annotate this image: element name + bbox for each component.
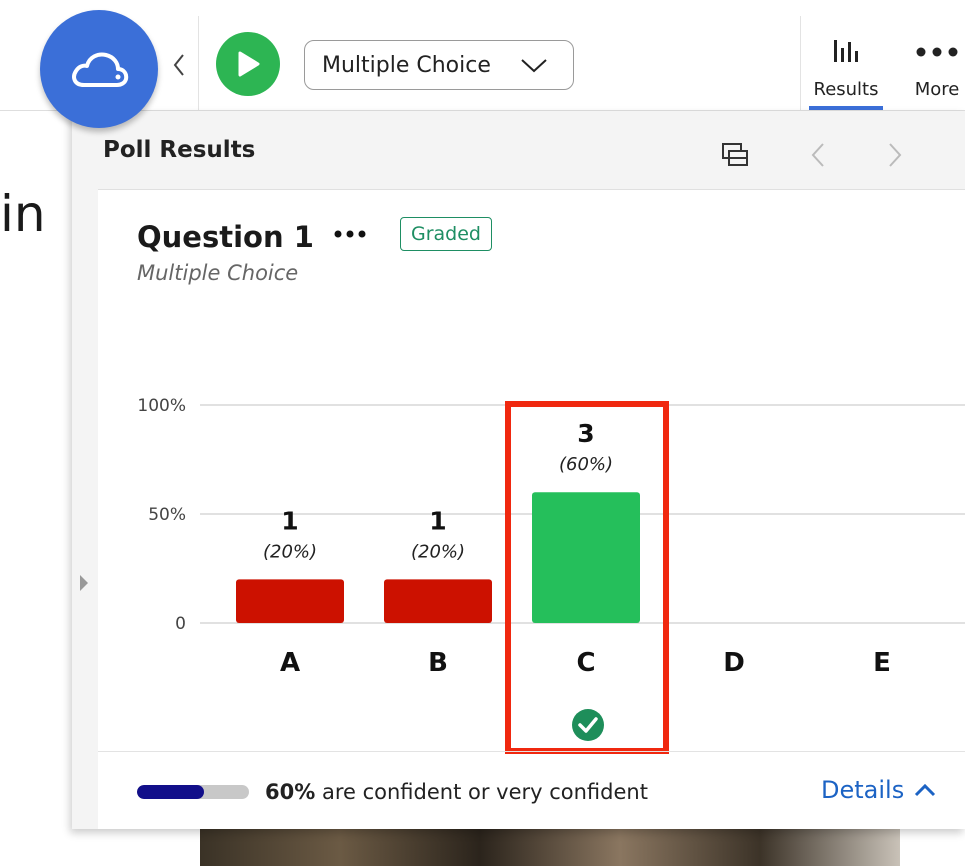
y-tick-label: 100% <box>137 396 186 416</box>
collapse-chevron-icon[interactable] <box>170 50 188 80</box>
correct-answer-highlight <box>505 401 669 754</box>
tab-more-label: More <box>914 79 960 100</box>
confidence-text: are confident or very confident <box>321 780 648 804</box>
confidence-progress-fill <box>137 785 205 799</box>
cloud-icon <box>72 52 129 87</box>
poll-results-panel: Poll Results Question 1 Graded Multiple … <box>72 111 965 829</box>
active-tab-indicator <box>809 106 883 110</box>
more-dots-icon <box>916 47 958 57</box>
tab-more[interactable]: More <box>902 28 965 110</box>
correct-answer-check-icon <box>572 709 604 741</box>
bar-b <box>384 579 492 623</box>
confidence-summary: 60% are confident or very confident <box>265 780 648 804</box>
details-button[interactable]: Details <box>821 776 936 804</box>
bar-count-label: 1 <box>429 506 446 535</box>
confidence-footer: 60% are confident or very confident Deta… <box>98 751 965 830</box>
question-type-dropdown[interactable]: Multiple Choice <box>304 40 574 90</box>
toolbar-divider <box>800 16 801 110</box>
bar-percent-label: (20%) <box>263 541 317 562</box>
background-partial-text: in <box>0 185 46 243</box>
chevron-down-icon <box>521 59 547 73</box>
confidence-progress-bar <box>137 785 249 799</box>
category-label-d: D <box>723 648 745 678</box>
category-label-b: B <box>428 648 448 678</box>
tab-results-label: Results <box>813 79 879 100</box>
question-type-value: Multiple Choice <box>322 52 491 78</box>
bar-a <box>236 579 344 623</box>
bar-count-label: 1 <box>281 506 298 535</box>
details-label: Details <box>821 776 905 804</box>
cloud-app-button[interactable] <box>40 10 158 128</box>
y-tick-label: 50% <box>148 505 186 525</box>
chevron-up-icon <box>915 783 936 797</box>
background-video-frame <box>200 826 900 866</box>
play-icon <box>238 51 260 77</box>
play-button[interactable] <box>216 32 280 96</box>
bar-chart-icon <box>834 40 858 62</box>
bar-percent-label: (20%) <box>411 541 465 562</box>
tab-results[interactable]: Results <box>803 28 889 110</box>
y-tick-label: 0 <box>175 614 186 634</box>
category-label-e: E <box>873 648 891 678</box>
toolbar-divider <box>198 16 199 110</box>
category-label-a: A <box>280 648 300 678</box>
confidence-percent: 60% <box>265 780 316 804</box>
